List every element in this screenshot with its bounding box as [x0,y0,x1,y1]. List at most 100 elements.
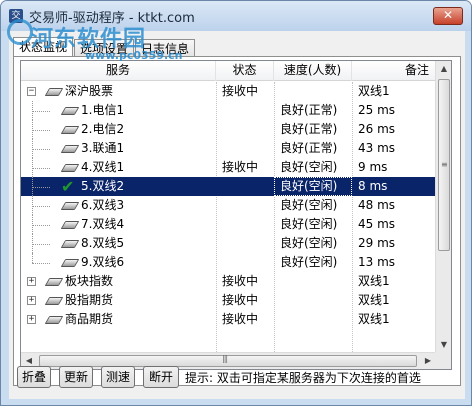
note-cell: 双线1 [358,274,390,288]
speed-cell: 良好(正常) [280,103,338,117]
client-area: 状态监视 选项设置 日志信息 服务 状态 速度(人数) 备注 − 深沪股票 接收中 双线1… [9,31,465,399]
tree-line [32,253,33,263]
status-cell [222,120,274,139]
note-cell: 9 ms [358,160,388,174]
tree-server-row[interactable]: 6.双线3 良好(空闲) 48 ms [21,196,436,215]
focus-rectangle [274,177,352,196]
note-cell: 8 ms [358,179,388,193]
service-name: 2.电信2 [81,122,125,136]
tree-server-row[interactable]: ✔ 5.双线2 良好(空闲) 8 ms [21,177,436,196]
speed-cell: 良好(空闲) [280,217,338,231]
expand-icon[interactable]: + [27,296,36,305]
server-node-icon [60,240,80,248]
watermark-logo-icon [7,19,33,45]
tree-server-row[interactable]: 9.双线6 良好(空闲) 13 ms [21,253,436,272]
collapse-icon[interactable]: − [27,87,36,96]
refresh-button[interactable]: 更新 [59,366,93,388]
server-node-icon [44,297,64,305]
status-panel: 服务 状态 速度(人数) 备注 − 深沪股票 接收中 双线1 1.电信1 良好(正常) 25… [13,56,461,386]
service-name: 深沪股票 [65,84,114,98]
note-cell: 48 ms [358,198,396,212]
speed-cell [280,310,352,329]
service-name: 4.双线1 [81,160,125,174]
tree-group-row[interactable]: + 商品期货 接收中 双线1 [21,310,436,329]
tree-group-row[interactable]: + 股指期货 接收中 双线1 [21,291,436,310]
tree-server-row[interactable]: 1.电信1 良好(正常) 25 ms [21,101,436,120]
tree-server-row[interactable]: 3.联通1 良好(正常) 43 ms [21,139,436,158]
tree-line [32,168,50,169]
status-cell: 接收中 [222,274,259,288]
status-cell: 接收中 [222,84,259,98]
tree-line [32,244,50,245]
server-tree-grid[interactable]: 服务 状态 速度(人数) 备注 − 深沪股票 接收中 双线1 1.电信1 良好(正常) 25… [20,60,452,370]
service-name: 7.双线4 [81,217,125,231]
tree-line [32,206,50,207]
server-node-icon [44,316,64,324]
status-cell [222,101,274,120]
expand-icon[interactable]: + [27,277,36,286]
note-cell: 29 ms [358,236,396,250]
grip-icon: ≡ [441,160,448,169]
expand-icon[interactable]: + [27,315,36,324]
column-header-speed[interactable]: 速度(人数) [274,61,352,81]
speed-cell: 良好(正常) [280,122,338,136]
speed-cell: 良好(空闲) [280,160,338,174]
vertical-scroll-thumb[interactable]: ≡ [438,79,450,251]
server-node-icon [60,202,80,210]
scroll-down-arrow-icon[interactable]: ▼ [436,337,451,353]
tree-server-row[interactable]: 4.双线1 接收中 良好(空闲) 9 ms [21,158,436,177]
tree-line [32,130,50,131]
collapse-button[interactable]: 折叠 [17,366,51,388]
note-cell: 双线1 [358,312,390,326]
tree-line [32,263,50,264]
tree-line [32,111,50,112]
service-name: 股指期货 [65,293,114,307]
note-cell: 43 ms [358,141,396,155]
status-cell: 接收中 [222,312,259,326]
disconnect-button[interactable]: 断开 [143,366,179,388]
app-window: 交 交易师-驱动程序 - ktkt.com ✕ 状态监视 选项设置 日志信息 服务 … [0,0,472,406]
scroll-up-arrow-icon[interactable]: ▲ [436,61,451,77]
speed-test-button[interactable]: 测速 [101,366,135,388]
speed-cell [280,82,352,101]
status-cell [222,215,274,234]
grip-icon: ||| [222,354,228,363]
tree-line [32,187,50,188]
grid-header: 服务 状态 速度(人数) 备注 [21,61,436,81]
status-cell [222,253,274,272]
tree-server-row[interactable]: 2.电信2 良好(正常) 26 ms [21,120,436,139]
server-node-icon [60,107,80,115]
tree-line [32,149,50,150]
watermark-url: www.pc0359.cn [85,49,183,62]
service-name: 商品期货 [65,312,114,326]
column-header-service[interactable]: 服务 [21,61,216,81]
status-cell [222,196,274,215]
speed-cell [280,272,352,291]
status-cell: 接收中 [222,293,259,307]
note-cell: 双线1 [358,293,390,307]
server-node-icon [60,259,80,267]
service-name: 1.电信1 [81,103,125,117]
bottom-toolbar: 折叠 更新 测速 断开 提示: 双击可指定某服务器为下次连接的首选 [13,365,463,391]
note-cell: 45 ms [358,217,396,231]
column-header-note[interactable]: 备注 [352,61,436,81]
tree-server-row[interactable]: 8.双线5 良好(空闲) 29 ms [21,234,436,253]
service-name: 3.联通1 [81,141,125,155]
vertical-scrollbar[interactable]: ▲ ≡ ▼ [435,61,451,353]
note-cell: 25 ms [358,103,396,117]
service-name: 板块指数 [65,274,114,288]
status-cell [222,234,274,253]
column-header-status[interactable]: 状态 [216,61,274,81]
server-node-icon [44,88,64,96]
tree-server-row[interactable]: 7.双线4 良好(空闲) 45 ms [21,215,436,234]
tree-group-row[interactable]: − 深沪股票 接收中 双线1 [21,82,436,101]
close-button[interactable]: ✕ [433,7,463,25]
server-node-icon [60,145,80,153]
service-name: 9.双线6 [81,255,125,269]
tree-group-row[interactable]: + 板块指数 接收中 双线1 [21,272,436,291]
hint-text: 提示: 双击可指定某服务器为下次连接的首选 [185,371,421,385]
speed-cell: 良好(空闲) [280,236,338,250]
note-cell: 26 ms [358,122,396,136]
server-node-icon [60,164,80,172]
status-cell [222,177,274,196]
